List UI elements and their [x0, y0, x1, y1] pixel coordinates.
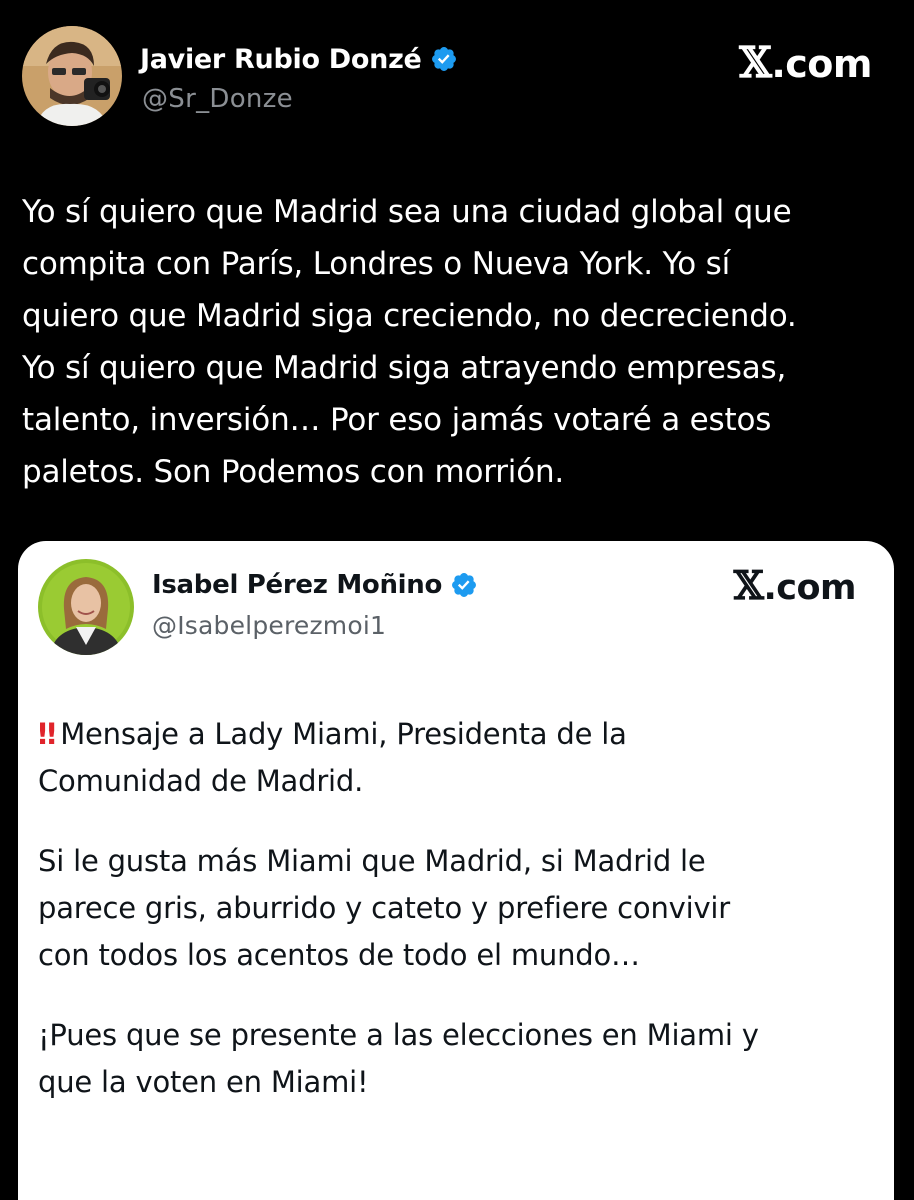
author-display-name[interactable]: Javier Rubio Donzé: [140, 44, 422, 75]
author-name-row: Javier Rubio Donzé: [140, 40, 458, 78]
tweet-text-line: Yo sí quiero que Madrid siga atrayendo e…: [22, 350, 787, 386]
quoted-author-name-row: Isabel Pérez Moñino: [152, 567, 478, 603]
quoted-author-avatar[interactable]: [38, 559, 134, 655]
quoted-text-segment: Mensaje a Lady Miami, Presidenta de la: [60, 717, 627, 751]
tweet-text-line: talento, inversión… Por eso jamás votaré…: [22, 402, 772, 438]
quoted-tweet-text: ‼ Mensaje a Lady Miami, Presidenta de la …: [38, 711, 878, 1106]
tweet-header: Javier Rubio Donzé @Sr_Donze 𝕏.com: [22, 26, 892, 126]
quoted-text-line: que la voten en Miami!: [38, 1065, 369, 1099]
quoted-text-line: ¡Pues que se presente a las elecciones e…: [38, 1018, 759, 1052]
quoted-text-line: ‼ Mensaje a Lady Miami, Presidenta de la: [38, 711, 878, 758]
quoted-tweet-card[interactable]: Isabel Pérez Moñino @Isabelperezmoi1 𝕏.c…: [18, 541, 894, 1200]
author-avatar[interactable]: [22, 26, 122, 126]
author-handle[interactable]: @Sr_Donze: [142, 84, 293, 114]
quoted-text-line: Comunidad de Madrid.: [38, 764, 364, 798]
quoted-text-line: Si le gusta más Miami que Madrid, si Mad…: [38, 844, 706, 878]
tweet-text-line: quiero que Madrid siga creciendo, no dec…: [22, 298, 797, 334]
quoted-author-display-name[interactable]: Isabel Pérez Moñino: [152, 570, 442, 600]
x-brand-logo: 𝕏.com: [739, 38, 872, 87]
tweet-text-line: Yo sí quiero que Madrid sea una ciudad g…: [22, 194, 792, 230]
verified-badge-icon: [450, 571, 478, 599]
double-exclamation-icon: ‼: [38, 717, 56, 751]
quoted-text-line: parece gris, aburrido y cateto y prefier…: [38, 891, 731, 925]
verified-badge-icon: [430, 45, 458, 73]
quoted-text-line: con todos los acentos de todo el mundo…: [38, 938, 640, 972]
quoted-author-handle[interactable]: @Isabelperezmoi1: [152, 611, 386, 640]
tweet-text-line: compita con París, Londres o Nueva York.…: [22, 246, 731, 282]
tweet-text-line: paletos. Son Podemos con morrión.: [22, 454, 565, 490]
x-brand-logo: 𝕏.com: [733, 563, 857, 609]
screenshot-page: Javier Rubio Donzé @Sr_Donze 𝕏.com Yo sí…: [0, 0, 914, 1200]
tweet-text: Yo sí quiero que Madrid sea una ciudad g…: [22, 186, 894, 498]
